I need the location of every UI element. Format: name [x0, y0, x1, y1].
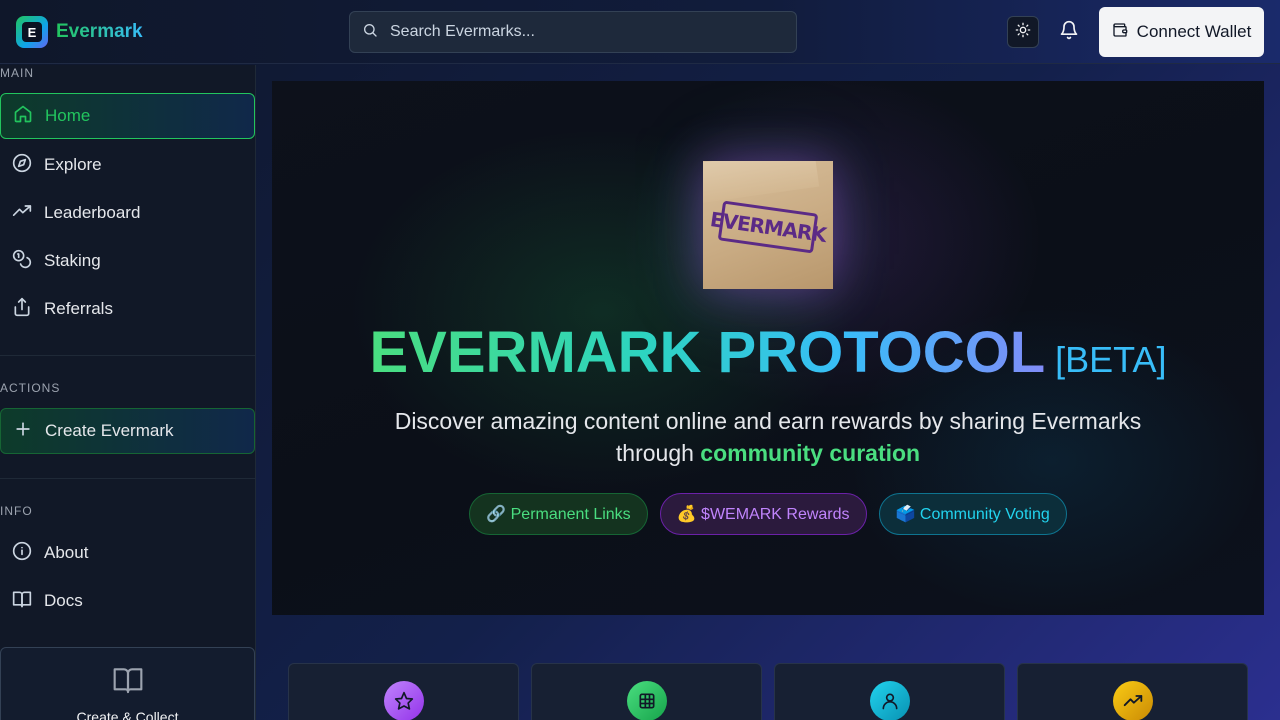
folder-tab — [703, 161, 820, 204]
hero-image: EVERMARK — [703, 161, 833, 289]
sun-icon — [1015, 22, 1031, 43]
connect-wallet-label: Connect Wallet — [1136, 22, 1252, 41]
sidebar-divider — [0, 355, 255, 356]
wallet-icon — [1112, 22, 1128, 43]
sidebar-item-label: About — [44, 543, 89, 562]
top-header: E Evermark Connect Wallet — [0, 0, 1280, 64]
sidebar-item-referrals[interactable]: Referrals — [0, 286, 255, 332]
sidebar-item-label: Staking — [44, 251, 101, 270]
plus-icon — [13, 419, 33, 444]
app-name: Evermark — [56, 21, 143, 42]
feature-card-trending[interactable] — [1017, 663, 1248, 720]
bell-icon — [1059, 20, 1079, 45]
create-collect-card: Create & Collect — [0, 647, 255, 720]
sidebar-item-explore[interactable]: Explore — [0, 142, 255, 188]
feature-card-user[interactable] — [774, 663, 1005, 720]
home-icon — [13, 104, 33, 129]
hero-title-text: EVERMARK PROTOCOL — [369, 320, 1046, 385]
hero-subtitle-highlight: community curation — [700, 440, 921, 466]
user-icon — [870, 681, 910, 720]
search-input[interactable] — [390, 23, 770, 41]
sidebar: MAIN Home Explore Leaderboard Staking Re… — [0, 65, 256, 720]
sidebar-divider — [0, 478, 255, 479]
sidebar-item-docs[interactable]: Docs — [0, 578, 255, 624]
search-icon — [362, 22, 378, 43]
connect-wallet-button[interactable]: Connect Wallet — [1099, 7, 1264, 57]
sidebar-item-label: Home — [45, 106, 91, 125]
sidebar-item-leaderboard[interactable]: Leaderboard — [0, 190, 255, 236]
coins-icon — [12, 249, 32, 274]
section-label-main: MAIN — [0, 66, 34, 80]
notifications-button[interactable] — [1053, 16, 1085, 48]
section-label-info: INFO — [0, 504, 33, 518]
sidebar-item-label: Create Evermark — [45, 421, 174, 440]
book-icon — [12, 589, 32, 614]
trending-icon — [12, 201, 32, 226]
logo-letter: E — [22, 22, 42, 42]
evermark-stamp: EVERMARK — [709, 200, 827, 254]
info-icon — [12, 541, 32, 566]
logo-badge: E — [16, 16, 48, 48]
feature-pills: 🔗 Permanent Links 💰 $WEMARK Rewards 🗳️ C… — [272, 493, 1264, 535]
trending-up-icon — [1113, 681, 1153, 720]
grid-icon — [627, 681, 667, 720]
sidebar-item-staking[interactable]: Staking — [0, 238, 255, 284]
book-open-icon — [112, 664, 144, 701]
share-icon — [12, 297, 32, 322]
sidebar-item-label: Referrals — [44, 299, 113, 318]
sidebar-item-about[interactable]: About — [0, 530, 255, 576]
feature-card-featured[interactable] — [288, 663, 519, 720]
app-logo[interactable]: E Evermark — [16, 16, 143, 48]
theme-toggle-button[interactable] — [1007, 16, 1039, 48]
search-bar[interactable] — [349, 11, 797, 53]
sidebar-item-label: Docs — [44, 591, 83, 610]
star-icon — [384, 681, 424, 720]
hero-section: EVERMARK EVERMARK PROTOCOL [BETA] Discove… — [272, 81, 1264, 615]
create-collect-text: Create & Collect — [76, 709, 179, 720]
pill-community-voting: 🗳️ Community Voting — [878, 493, 1067, 535]
beta-badge: [BETA] — [1055, 339, 1167, 380]
feature-card-grid[interactable] — [531, 663, 762, 720]
sidebar-item-home[interactable]: Home — [0, 93, 255, 139]
pill-wemark-rewards: 💰 $WEMARK Rewards — [659, 493, 867, 535]
section-label-actions: ACTIONS — [0, 381, 61, 395]
create-evermark-button[interactable]: Create Evermark — [0, 408, 255, 454]
hero-subtitle: Discover amazing content online and earn… — [368, 405, 1168, 469]
sidebar-item-label: Leaderboard — [44, 203, 141, 222]
sidebar-item-label: Explore — [44, 155, 102, 174]
pill-permanent-links: 🔗 Permanent Links — [469, 493, 648, 535]
compass-icon — [12, 153, 32, 178]
hero-title: EVERMARK PROTOCOL [BETA] — [272, 319, 1264, 386]
